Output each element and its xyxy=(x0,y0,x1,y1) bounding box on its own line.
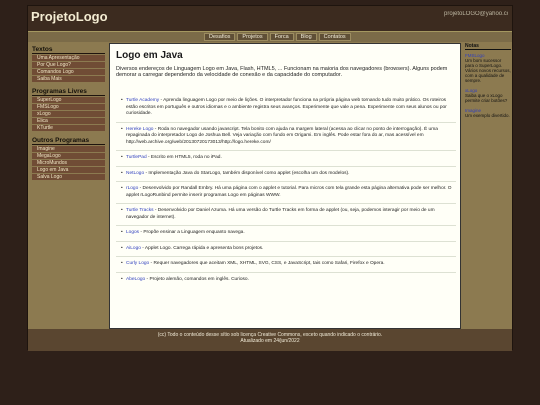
page-title: Logo em Java xyxy=(116,50,183,61)
list-item: AiLogo - Applet Logo. Carrega rápida e a… xyxy=(116,240,456,257)
list-item: Turtle Academy - Aprenda linguagem Logo … xyxy=(116,94,456,122)
link-list: Turtle Academy - Aprenda linguagem Logo … xyxy=(116,94,456,287)
sidebar-item-comandos-logo[interactable]: Comandos Logo xyxy=(32,69,105,76)
list-item: NetLogo - Implementação Java do StarLogo… xyxy=(116,165,456,182)
left-sidebar: Textos Uma Apresentação Por Que Logo? Co… xyxy=(32,44,105,181)
site-footer: (cc) Todo o conteúdo desse sítio sob lic… xyxy=(28,329,512,351)
site-title[interactable]: ProjetoLogo xyxy=(31,9,108,24)
sidebar-section-title: Outros Programas xyxy=(32,137,105,145)
contact-email: projetoLOGO@yahoo.com.br xyxy=(444,11,508,17)
item-link-hereke-logo[interactable]: Hereke Logo xyxy=(126,127,153,132)
item-text: - Applet Logo. Carrega rápida e apresent… xyxy=(140,245,264,251)
item-text: - Aprenda linguagem Logo por meio de liç… xyxy=(126,98,447,116)
sidebar-item-megalogo[interactable]: MegaLogo xyxy=(32,153,105,160)
list-item: TurtlePad - Escrito em HTML5, roda no iP… xyxy=(116,150,456,166)
item-link-turtle-academy[interactable]: Turtle Academy xyxy=(126,98,159,103)
item-text: - Propõe ensinar a Linguagem enquanto na… xyxy=(139,230,245,235)
item-link-turtlepad[interactable]: TurtlePad xyxy=(126,155,147,160)
sidebar-item-apresentacao[interactable]: Uma Apresentação xyxy=(32,55,105,62)
site-header: ProjetoLogo projetoLOGO@yahoo.com.br xyxy=(28,6,512,32)
sidebar-item-imagine[interactable]: Imagine xyxy=(32,146,105,153)
sidebar-section-title: Textos xyxy=(32,46,105,54)
main-content: Logo em Java Diversos endereços de Lingu… xyxy=(109,43,461,329)
item-link-abelogo[interactable]: AbeLogo xyxy=(126,277,145,282)
item-link-curly-logo[interactable]: Curly Logo xyxy=(126,261,149,266)
note-text: Saiba que o xLogo permite criar botões? xyxy=(465,93,508,103)
item-text: - Projeto alemão, comandos em inglês. Cu… xyxy=(145,276,249,282)
item-text: - Requer navegadores que aceitam XML, XH… xyxy=(149,261,385,266)
item-text: - Implementação Java do StarLogo, também… xyxy=(144,170,350,176)
sidebar-section-title: Programas Livres xyxy=(32,88,105,96)
nav-projetos[interactable]: Projetos xyxy=(237,33,268,41)
item-link-ailogo[interactable]: AiLogo xyxy=(126,246,141,251)
nav-contatos[interactable]: Contatos xyxy=(318,33,351,41)
sidebar-item-salva-logo[interactable]: Salva Logo xyxy=(32,174,105,181)
item-text: - Desenvolvido por Randall Embry. Há uma… xyxy=(126,186,452,198)
sidebar-item-saiba-mais[interactable]: Saiba Mais xyxy=(32,76,105,83)
list-item: Turtle Tracks - Desenvolvido por Daniel … xyxy=(116,203,456,225)
nav-desafios[interactable]: Desafios xyxy=(204,33,236,41)
nav-blog[interactable]: Blog xyxy=(295,33,317,41)
sidebar-item-fmslogo[interactable]: FMSLogo xyxy=(32,104,105,111)
sidebar-item-xlogo[interactable]: xLogo xyxy=(32,111,105,118)
list-item: AbeLogo - Projeto alemão, comandos em in… xyxy=(116,271,456,288)
item-link-logos[interactable]: Logos xyxy=(126,230,139,235)
item-link-rlogo[interactable]: rLogo xyxy=(126,186,138,191)
list-item: rLogo - Desenvolvido por Randall Embry. … xyxy=(116,181,456,203)
item-text: - Desenvolvido por Daniel Azuma. Há uma … xyxy=(126,208,435,220)
intro-text: Diversos endereços de Linguagem Logo em … xyxy=(116,66,448,78)
notes-title: Notas xyxy=(465,44,511,50)
footer-updated: Atualizado em 24/jun/2022 xyxy=(240,338,300,344)
item-text: - Escrito em HTML5, roda no iPad. xyxy=(146,155,222,160)
note: Imagine Um exemplo divertido. xyxy=(465,108,511,118)
list-item: Curly Logo - Requer navegadores que acei… xyxy=(116,256,456,272)
item-text: - Roda no navegador usando javascript. T… xyxy=(126,126,438,145)
note-text: Um exemplo divertido. xyxy=(465,113,510,118)
sidebar-item-por-que-logo[interactable]: Por Que Logo? xyxy=(32,62,105,69)
item-link-netlogo[interactable]: NetLogo xyxy=(126,171,144,176)
sidebar-item-logo-em-java[interactable]: Logo em Java xyxy=(32,167,105,174)
top-nav: Desafios Projetos Forca Blog Contatos xyxy=(28,32,512,42)
list-item: Hereke Logo - Roda no navegador usando j… xyxy=(116,121,456,151)
page-wrapper: ProjetoLogo projetoLOGO@yahoo.com.br Des… xyxy=(27,5,513,351)
sidebar-item-micromundos[interactable]: MicroMundos xyxy=(32,160,105,167)
sidebar-item-kturtle[interactable]: KTurtle xyxy=(32,125,105,132)
nav-forca[interactable]: Forca xyxy=(269,33,294,41)
note-text: Um bom sucessor para o SuperLogo. Vários… xyxy=(465,58,511,83)
sidebar-item-superlogo[interactable]: SuperLogo xyxy=(32,97,105,104)
note: xLogo Saiba que o xLogo permite criar bo… xyxy=(465,88,511,103)
notes-sidebar: Notas FMSLogo Um bom sucessor para o Sup… xyxy=(465,44,511,123)
note: FMSLogo Um bom sucessor para o SuperLogo… xyxy=(465,53,511,83)
sidebar-item-elica[interactable]: Elica xyxy=(32,118,105,125)
item-link-turtle-tracks[interactable]: Turtle Tracks xyxy=(126,208,154,213)
list-item: Logos - Propõe ensinar a Linguagem enqua… xyxy=(116,225,456,241)
